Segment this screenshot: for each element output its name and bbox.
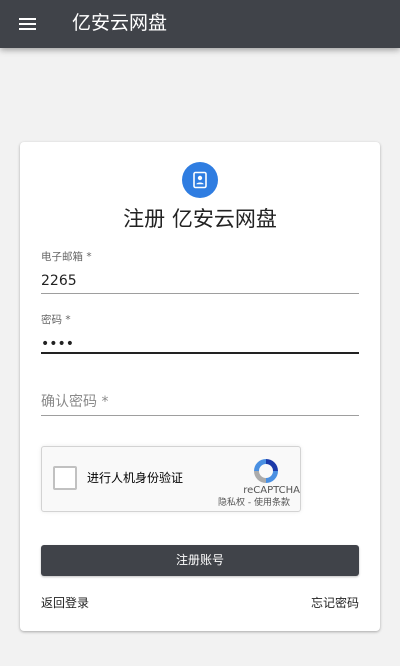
forgot-password-link[interactable]: 忘记密码 [311, 595, 359, 611]
page-title: 注册 亿安云网盘 [123, 207, 277, 231]
email-field-group: 电子邮箱 * [41, 250, 359, 296]
register-card: 注册 亿安云网盘 电子邮箱 * 密码 * 确认密码 * 进行人机身份验证 reC… [20, 142, 380, 631]
hamburger-menu-icon[interactable] [16, 12, 40, 36]
password-label: 密码 * [41, 314, 71, 326]
confirm-password-field-group[interactable]: 确认密码 * [41, 392, 359, 422]
password-field-group: 密码 * [41, 313, 359, 359]
recaptcha-widget: 进行人机身份验证 reCAPTCHA 隐私权 - 使用条款 [41, 446, 301, 512]
password-underline [41, 352, 359, 354]
email-label: 电子邮箱 * [41, 251, 92, 263]
captcha-terms-link[interactable]: 隐私权 - 使用条款 [218, 498, 290, 509]
app-title: 亿安云网盘 [72, 12, 168, 34]
avatar [182, 162, 218, 198]
register-button[interactable]: 注册账号 [41, 545, 359, 576]
captcha-brand: reCAPTCHA [243, 485, 300, 496]
recaptcha-logo-icon [254, 459, 278, 483]
confirm-password-underline [41, 415, 359, 416]
confirm-password-label: 确认密码 * [41, 394, 109, 410]
email-underline [41, 293, 359, 294]
back-to-login-link[interactable]: 返回登录 [41, 595, 89, 611]
email-field[interactable] [41, 268, 359, 294]
captcha-label: 进行人机身份验证 [87, 471, 184, 485]
contact-card-icon [193, 171, 207, 189]
app-bar: 亿安云网盘 [0, 0, 400, 48]
captcha-checkbox[interactable] [53, 466, 77, 490]
